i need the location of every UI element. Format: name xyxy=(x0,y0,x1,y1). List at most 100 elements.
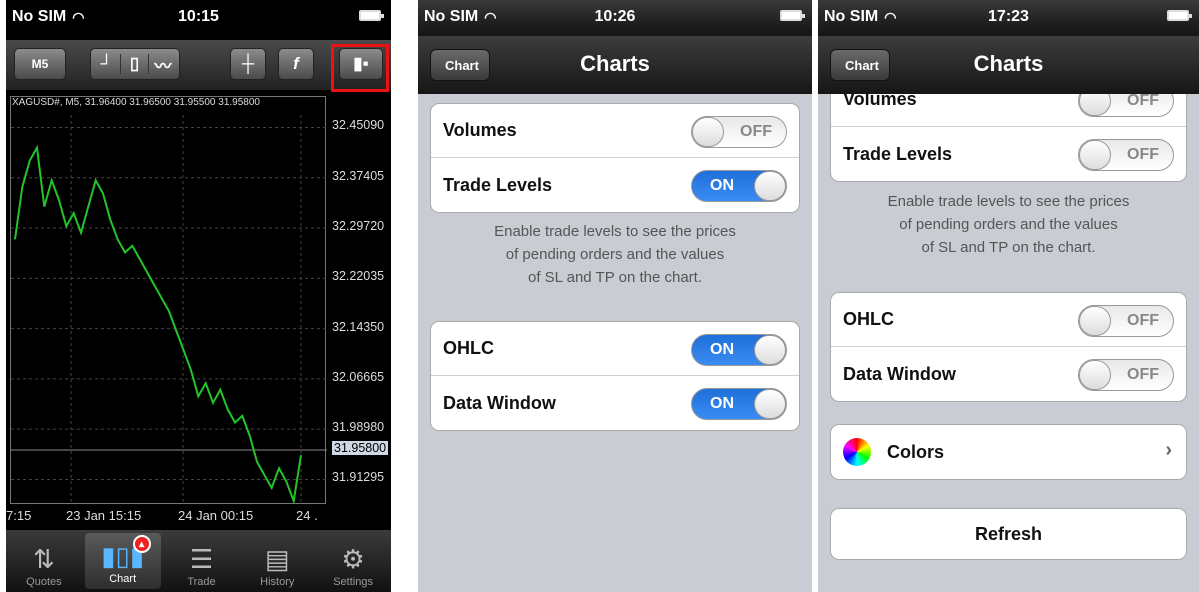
status-time: 10:26 xyxy=(594,8,636,25)
footnote-line: Enable trade levels to see the prices xyxy=(887,193,1130,210)
toggle-state-label: OFF xyxy=(1127,92,1159,109)
tab-trade[interactable]: ☰ Trade xyxy=(164,530,240,592)
toggle-state-label: OFF xyxy=(1127,312,1159,329)
footnote-line: of pending orders and the values xyxy=(899,216,1118,233)
line-chart-icon[interactable]: 〰 xyxy=(149,52,177,77)
tab-settings[interactable]: ⚙ Settings xyxy=(315,530,391,592)
toggle-switch[interactable]: ON xyxy=(691,388,787,420)
toggle-knob[interactable] xyxy=(1079,306,1111,336)
toggle-state-label: OFF xyxy=(740,123,772,140)
time-tick-label: 24 Jan 00:15 xyxy=(178,508,254,523)
footnote-line: of SL and TP on the chart. xyxy=(527,269,702,286)
nav-bar: Chart Charts xyxy=(418,36,812,94)
history-icon: ▤ xyxy=(265,544,290,574)
charts-settings-screen-1: No SIM ◠ 10:26 Chart Charts Volumes OFF Tra… xyxy=(418,0,812,592)
chart-screen: No SIM ◠ 10:15 M5 ┘ ▯ 〰 ┼ f ▮▪ XAGUSD#, M… xyxy=(6,0,391,592)
toggle-state-label: ON xyxy=(710,177,734,194)
price-tick-label: 31.98980 xyxy=(332,420,385,435)
toggle-switch[interactable]: OFF xyxy=(1078,305,1174,337)
time-axis: 7:15 23 Jan 15:15 24 Jan 00:15 24 . xyxy=(6,508,336,528)
battery-icon xyxy=(359,10,384,21)
setting-row-trade-levels: Trade Levels ON xyxy=(431,158,799,212)
time-tick-label: 23 Jan 15:15 xyxy=(66,508,142,523)
price-tick-label: 32.37405 xyxy=(332,168,385,183)
toggle-switch[interactable]: OFF xyxy=(1078,359,1174,391)
status-bar: No SIM ◠ 10:15 xyxy=(6,0,391,32)
quotes-icon: ⇅ xyxy=(33,544,55,574)
settings-group-display: OHLC ON Data Window ON xyxy=(430,321,800,431)
setting-label: Data Window xyxy=(443,392,556,413)
charts-settings-screen-2: Volumes OFF Trade Levels OFF Enable trade l… xyxy=(818,0,1199,592)
tab-quotes[interactable]: ⇅ Quotes xyxy=(6,530,82,592)
time-tick-label: 24 . xyxy=(296,508,318,523)
crosshair-button[interactable]: ┼ xyxy=(230,48,266,80)
notification-badge-icon: ▴ xyxy=(132,535,151,553)
toggle-knob[interactable] xyxy=(1079,360,1111,390)
chart-header: XAGUSD#, M5, 31.96400 31.96500 31.95500 … xyxy=(12,97,260,108)
colors-group: Colors › xyxy=(830,424,1187,480)
page-title: Charts xyxy=(973,51,1044,76)
price-tick-label: 32.14350 xyxy=(332,319,385,334)
setting-row-data-window: Data Window ON xyxy=(431,376,799,430)
price-series-line xyxy=(14,144,302,505)
toggle-switch[interactable]: ON xyxy=(691,334,787,366)
toggle-knob[interactable] xyxy=(754,171,786,201)
toggle-knob[interactable] xyxy=(1079,140,1111,170)
toggle-knob[interactable] xyxy=(754,335,786,365)
price-tick-label: 32.22035 xyxy=(332,269,385,284)
current-price-label: 31.95800 xyxy=(332,440,389,455)
toggle-state-label: OFF xyxy=(1127,146,1159,163)
trade-levels-footnote: Enable trade levels to see the prices of … xyxy=(438,220,792,289)
setting-row-trade-levels: Trade Levels OFF xyxy=(831,127,1186,181)
settings-gear-icon: ⚙ xyxy=(341,544,365,574)
price-axis: 32.45090 32.37405 32.29720 32.22035 32.14350… xyxy=(326,96,391,504)
toggle-knob[interactable] xyxy=(692,117,724,147)
colors-row[interactable]: Colors › xyxy=(831,425,1186,479)
highlight-box xyxy=(331,44,389,92)
toggle-state-label: ON xyxy=(710,341,734,358)
chevron-right-icon: › xyxy=(1165,439,1172,461)
colors-label: Colors xyxy=(887,441,945,462)
page-title: Charts xyxy=(580,51,650,76)
candlestick-icon[interactable]: ▯ xyxy=(121,54,149,74)
refresh-button[interactable]: Refresh xyxy=(830,508,1187,560)
nav-bar: Chart Charts xyxy=(818,36,1199,94)
setting-row-volumes: Volumes OFF xyxy=(431,104,799,158)
setting-label: Data Window xyxy=(843,363,956,384)
toggle-switch[interactable]: OFF xyxy=(1078,139,1174,171)
price-tick-label: 32.45090 xyxy=(332,118,385,133)
timeframe-button[interactable]: M5 xyxy=(14,48,66,80)
setting-label: OHLC xyxy=(843,309,894,329)
tab-label: History xyxy=(260,576,295,588)
time-tick-label: 7:15 xyxy=(6,508,32,523)
toggle-switch[interactable]: ON xyxy=(691,170,787,202)
indicators-button[interactable]: f xyxy=(278,48,314,80)
tab-label: Quotes xyxy=(26,576,62,588)
tab-label: Chart xyxy=(109,573,137,585)
trade-levels-footnote: Enable trade levels to see the prices of … xyxy=(838,190,1179,259)
tab-bar: ⇅ Quotes ▮▯▮ Chart ▴ ☰ Trade ▤ History ⚙ Settings xyxy=(6,530,391,592)
footnote-line: of pending orders and the values xyxy=(505,246,725,263)
toggle-state-label: ON xyxy=(710,395,734,412)
status-time: 10:15 xyxy=(178,8,219,25)
tab-history[interactable]: ▤ History xyxy=(239,530,315,592)
tab-label: Trade xyxy=(187,576,216,588)
battery-icon xyxy=(780,10,805,21)
toggle-state-label: OFF xyxy=(1127,366,1159,383)
toggle-knob[interactable] xyxy=(754,389,786,419)
price-tick-label: 32.29720 xyxy=(332,219,385,234)
tab-chart[interactable]: ▮▯▮ Chart ▴ xyxy=(84,533,161,589)
footnote-line: Enable trade levels to see the prices xyxy=(494,223,736,240)
trade-icon: ☰ xyxy=(189,544,214,574)
color-wheel-icon xyxy=(843,438,871,466)
toggle-switch[interactable]: OFF xyxy=(691,116,787,148)
settings-group-trade: Volumes OFF Trade Levels ON xyxy=(430,103,800,213)
footnote-line: of SL and TP on the chart. xyxy=(921,239,1096,256)
price-chart[interactable] xyxy=(10,96,327,505)
bar-chart-icon[interactable]: ┘ xyxy=(93,54,121,74)
battery-icon xyxy=(1167,10,1192,21)
setting-row-ohlc: OHLC ON xyxy=(431,322,799,376)
setting-row-ohlc: OHLC OFF xyxy=(831,293,1186,347)
setting-label: Trade Levels xyxy=(843,143,953,164)
chart-type-segmented-control[interactable]: ┘ ▯ 〰 xyxy=(90,48,180,80)
